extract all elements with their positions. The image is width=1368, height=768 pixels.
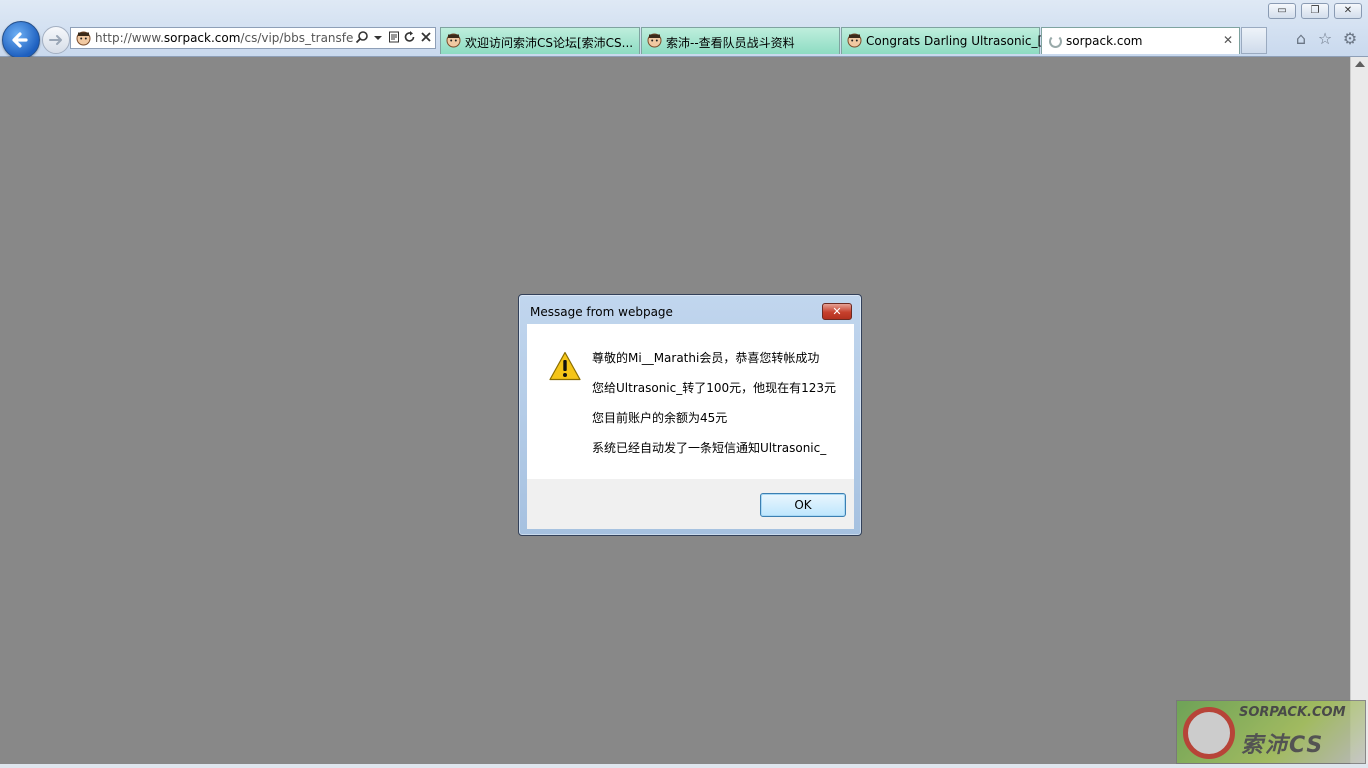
site-favicon xyxy=(76,31,91,46)
compatibility-view-icon[interactable] xyxy=(386,30,401,46)
address-bar[interactable]: http://www.sorpack.com/cs/vip/bbs_transf… xyxy=(70,27,436,49)
tab-label: Congrats Darling Ultrasonic_[... xyxy=(866,34,1054,48)
tab-congrats[interactable]: Congrats Darling Ultrasonic_[... xyxy=(841,27,1054,54)
site-watermark-logo: SORPACK.COM 索沛CS xyxy=(1176,700,1366,764)
dialog-close-button[interactable]: ✕ xyxy=(822,303,852,320)
watermark-brand: 索沛CS xyxy=(1241,733,1325,758)
message-line: 系统已经自动发了一条短信通知Ultrasonic_ xyxy=(592,441,827,455)
s-logo-icon xyxy=(1183,707,1235,759)
loading-spinner-icon xyxy=(1049,35,1062,48)
address-url[interactable]: http://www.sorpack.com/cs/vip/bbs_transf… xyxy=(95,31,353,45)
arrow-right-icon xyxy=(49,35,62,45)
tab-member-stats[interactable]: 索沛--查看队员战斗资料 xyxy=(641,27,840,54)
dialog-body: 尊敬的Mi__Marathi会员，恭喜您转帐成功 您给Ultrasonic_转了… xyxy=(527,324,854,479)
favorites-star-icon[interactable]: ☆ xyxy=(1316,30,1334,48)
scroll-up-arrow-icon[interactable] xyxy=(1355,61,1365,67)
stop-icon[interactable] xyxy=(418,30,433,46)
browser-chrome: http://www.sorpack.com/cs/vip/bbs_transf… xyxy=(0,0,1368,59)
tab-close-icon[interactable]: ✕ xyxy=(1223,33,1233,47)
new-tab-button[interactable] xyxy=(1241,27,1267,54)
status-bar xyxy=(0,764,1368,768)
site-favicon xyxy=(847,33,862,48)
vertical-scrollbar[interactable] xyxy=(1350,57,1368,764)
tab-label: 索沛--查看队员战斗资料 xyxy=(666,36,795,50)
refresh-icon[interactable] xyxy=(402,30,417,46)
dialog-footer: OK xyxy=(527,479,854,529)
site-favicon xyxy=(446,33,461,48)
search-icon[interactable] xyxy=(354,30,369,46)
tab-label: 欢迎访问索沛CS论坛[索沛CS... xyxy=(465,36,634,50)
back-button[interactable] xyxy=(2,21,40,59)
warning-icon xyxy=(549,351,581,381)
dropdown-chevron-icon[interactable] xyxy=(370,30,385,46)
tab-label: sorpack.com xyxy=(1066,34,1143,48)
alert-dialog: Message from webpage ✕ 尊敬的Mi__Marathi会员，… xyxy=(518,294,862,536)
site-favicon xyxy=(647,33,662,48)
forward-button[interactable] xyxy=(42,26,70,54)
minimize-button[interactable]: ▭ xyxy=(1268,3,1296,19)
browser-window: http://www.sorpack.com/cs/vip/bbs_transf… xyxy=(0,0,1368,768)
ok-button[interactable]: OK xyxy=(760,493,846,517)
home-icon[interactable]: ⌂ xyxy=(1292,30,1310,48)
watermark-domain: SORPACK.COM xyxy=(1239,705,1346,720)
tab-sorpack-active[interactable]: sorpack.com ✕ xyxy=(1041,27,1240,54)
restore-button[interactable]: ❐ xyxy=(1301,3,1329,19)
settings-gear-icon[interactable]: ⚙ xyxy=(1341,30,1359,48)
message-line: 您给Ultrasonic_转了100元，他现在有123元 xyxy=(592,381,837,395)
message-line: 尊敬的Mi__Marathi会员，恭喜您转帐成功 xyxy=(592,351,820,365)
tab-forum-welcome[interactable]: 欢迎访问索沛CS论坛[索沛CS... xyxy=(440,27,640,54)
close-window-button[interactable]: ✕ xyxy=(1334,3,1362,19)
arrow-left-icon xyxy=(12,32,28,48)
dialog-title: Message from webpage xyxy=(530,305,673,319)
message-line: 您目前账户的余额为45元 xyxy=(592,411,728,425)
